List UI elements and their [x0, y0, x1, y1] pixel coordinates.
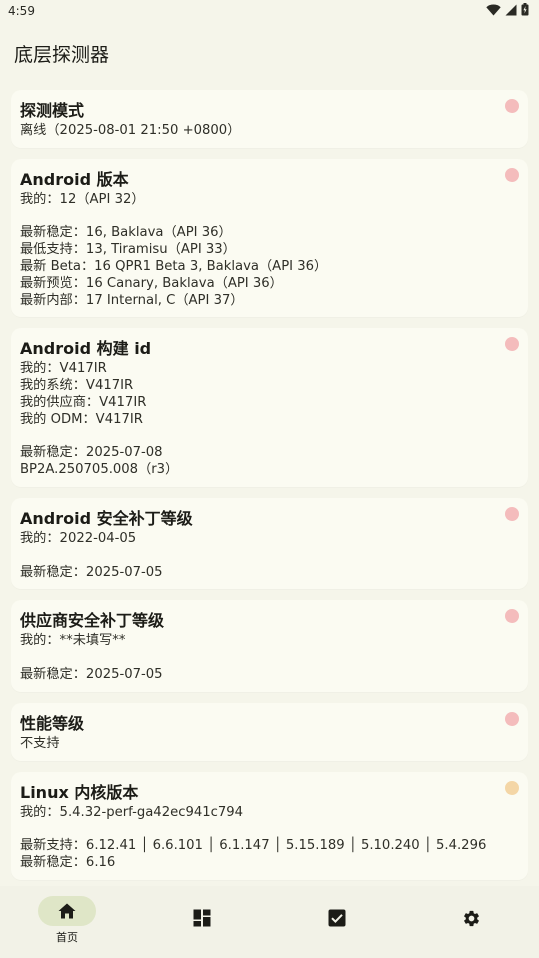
nav-pill [308, 903, 366, 933]
card-title: Android 构建 id [20, 339, 152, 359]
nav-item-checkbox[interactable] [270, 896, 404, 954]
status-dot [505, 780, 519, 795]
status-icons [486, 3, 529, 16]
nav-item-dashboard[interactable] [135, 896, 269, 954]
card-title: Android 版本 [20, 169, 129, 189]
page-title: 底层探测器 [14, 44, 110, 66]
nav-item-home[interactable]: 首页 [0, 896, 134, 954]
status-dot [505, 711, 519, 726]
checkbox-icon [328, 909, 346, 927]
status-time: 4:59 [8, 4, 35, 18]
card-line: 最新支持：6.12.41 │ 6.6.101 │ 6.1.147 │ 5.15.… [20, 838, 487, 854]
card-line: 我的：2022-04-05 [20, 530, 137, 546]
card-title: 探测模式 [20, 101, 85, 120]
card-line: 最新 Beta：16 QPR1 Beta 3, Baklava（API 36） [20, 258, 328, 274]
card-line: 最新预览：16 Canary, Baklava（API 36） [20, 275, 283, 291]
card-line: 我的：12（API 32） [20, 191, 145, 207]
card-line: 离线（2025-08-01 21:50 +0800） [20, 123, 241, 138]
card-list[interactable]: 探测模式离线（2025-08-01 21:50 +0800） Android 版本… [11, 90, 528, 886]
info-card[interactable]: Android 安全补丁等级我的：2022-04-05 最新稳定：2025-07-… [11, 497, 528, 590]
home-icon [58, 903, 76, 919]
card-line: 我的：V417IR [20, 361, 107, 377]
card-title: 供应商安全补丁等级 [20, 611, 165, 631]
status-dot [505, 506, 519, 521]
status-bar: 4:59 [0, 0, 539, 24]
card-line: 不支持 [20, 735, 60, 751]
card-line: 我的 ODM：V417IR [20, 411, 143, 427]
card-title: 性能等级 [20, 713, 85, 733]
battery-icon [521, 3, 529, 16]
bottom-navigation: 首页 [0, 886, 539, 958]
gear-icon [462, 909, 481, 928]
card-line: 最新稳定：16, Baklava（API 36） [20, 225, 232, 241]
nav-pill [442, 903, 500, 933]
card-line: 最新稳定：2025-07-05 [20, 666, 163, 682]
nav-pill [173, 903, 231, 933]
card-line: 最新稳定：2025-07-05 [20, 564, 163, 580]
card-line: 我的供应商：V417IR [20, 394, 147, 410]
info-card[interactable]: 探测模式离线（2025-08-01 21:50 +0800） [11, 90, 528, 148]
status-dot [505, 99, 519, 113]
nav-pill [38, 896, 96, 926]
info-card[interactable]: Android 构建 id 我的：V417IR 我的系统：V417IR 我的供应商：V… [11, 328, 528, 487]
card-line: 我的系统：V417IR [20, 378, 134, 394]
info-card[interactable]: Linux 内核版本我的：5.4.32-perf-ga42ec941c794 最新… [11, 771, 528, 880]
card-line: 最新内部：17 Internal, C（API 37） [20, 292, 244, 308]
card-line: BP2A.250705.008（r3） [20, 462, 179, 478]
dashboard-icon [193, 909, 211, 927]
signal-icon [505, 4, 517, 15]
card-line: 最新稳定：6.16 [20, 854, 116, 870]
card-line: 最新稳定：2025-07-08 [20, 445, 163, 461]
status-dot [505, 167, 519, 182]
info-card[interactable]: Android 版本我的：12（API 32） 最新稳定：16, Baklava（… [11, 158, 528, 318]
card-line: 我的：**未填写** [20, 633, 126, 649]
wifi-icon [486, 4, 501, 15]
card-line: 最低支持：13, Tiramisu（API 33） [20, 242, 236, 258]
info-card[interactable]: 供应商安全补丁等级我的：**未填写** 最新稳定：2025-07-05 [11, 600, 528, 692]
card-line: 我的：5.4.32-perf-ga42ec941c794 [20, 804, 244, 820]
card-title: Android 安全补丁等级 [20, 508, 193, 528]
card-title: Linux 内核版本 [20, 782, 139, 802]
info-card[interactable]: 性能等级 不支持 [11, 702, 528, 761]
nav-label: 首页 [56, 931, 78, 944]
nav-item-gear[interactable] [404, 896, 538, 954]
